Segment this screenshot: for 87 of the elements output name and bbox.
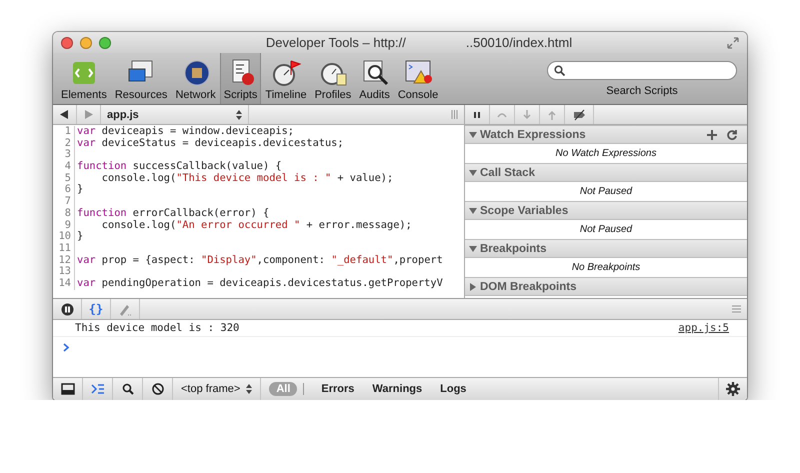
- line-number: 5: [53, 172, 75, 184]
- section-message: No Breakpoints: [572, 262, 640, 273]
- dock-icon: [60, 383, 74, 395]
- expanded-triangle-icon: [469, 130, 477, 138]
- pause-icon: [60, 302, 74, 316]
- toolbar-tab[interactable]: Elements: [57, 53, 111, 104]
- code-line: }: [76, 231, 84, 243]
- line-number: 14: [53, 278, 75, 290]
- section-header[interactable]: Call Stack: [465, 163, 747, 182]
- code-line: function errorCallback(error) {: [76, 208, 270, 220]
- code-line: var prop = {aspect: "Display",component: "_default",propert: [76, 254, 443, 266]
- line-number: 13: [53, 266, 75, 278]
- zoom-button[interactable]: [99, 36, 111, 48]
- menu-lines-icon: [732, 305, 741, 313]
- toolbar-tab[interactable]: Scripts: [220, 53, 262, 104]
- add-icon: [707, 130, 717, 140]
- prompt-chevron-icon: [63, 343, 69, 352]
- updown-caret-icon: [246, 384, 252, 394]
- console-message: This device model is : 320: [75, 322, 240, 334]
- clear-icon: [152, 383, 164, 395]
- back-arrow-icon: [60, 110, 69, 119]
- line-number: 3: [53, 149, 75, 162]
- code-line: }: [76, 184, 84, 196]
- search-icon: [122, 383, 134, 395]
- close-button[interactable]: [61, 36, 73, 48]
- toolbar-tab[interactable]: Console: [394, 53, 442, 104]
- toolbar-tab[interactable]: Profiles: [310, 53, 356, 104]
- toolbar-tab[interactable]: Resources: [110, 53, 172, 104]
- section-title: Breakpoints: [480, 242, 546, 254]
- section-header[interactable]: Watch Expressions: [465, 125, 747, 144]
- section-header[interactable]: DOM Breakpoints: [465, 277, 747, 296]
- line-number: 4: [53, 161, 75, 173]
- code-line: function successCallback(value) {: [76, 161, 282, 173]
- frame-select[interactable]: <top frame>: [173, 378, 262, 400]
- line-number: 6: [53, 184, 75, 196]
- breakpoint-slash-icon: [573, 108, 585, 120]
- line-number: 8: [53, 208, 75, 220]
- fullscreen-icon: [727, 36, 739, 48]
- line-number: 2: [53, 138, 75, 150]
- filter-tab[interactable]: Logs: [433, 382, 474, 396]
- toolbar-tab[interactable]: Network: [171, 53, 220, 104]
- pretty-print-button[interactable]: {}: [82, 299, 111, 319]
- line-number: 11: [53, 242, 75, 255]
- expanded-triangle-icon: [469, 206, 477, 214]
- section-title: Watch Expressions: [480, 128, 586, 140]
- code-line: console.log("This device model is : " + value);: [100, 172, 394, 184]
- updown-caret-icon: [236, 110, 242, 120]
- collapsed-triangle-icon: [469, 282, 477, 290]
- section-message: Not Paused: [580, 186, 632, 197]
- toolbar-tab[interactable]: Audits: [355, 53, 394, 104]
- expanded-triangle-icon: [469, 168, 477, 176]
- line-number: 10: [53, 231, 75, 243]
- refresh-icon: [727, 130, 737, 140]
- filter-tab[interactable]: Warnings: [365, 382, 430, 396]
- toolbar-tab[interactable]: Timeline: [261, 53, 311, 104]
- filter-tab[interactable]: Errors: [314, 382, 362, 396]
- section-title: DOM Breakpoints: [480, 280, 576, 292]
- section-title: Call Stack: [480, 166, 535, 178]
- line-number: 1: [53, 126, 75, 138]
- section-header[interactable]: Breakpoints: [465, 239, 747, 258]
- expanded-triangle-icon: [469, 244, 477, 252]
- console-prompt-icon: [90, 383, 104, 395]
- line-number: 7: [53, 196, 75, 208]
- forward-arrow-icon: [84, 110, 93, 119]
- pencil-icon: [118, 302, 132, 316]
- code-line: console.log("An error occurred " + error.message);: [100, 220, 412, 232]
- settings-icon: [726, 382, 740, 396]
- section-title: Scope Variables: [480, 204, 568, 216]
- code-line: var deviceapis = window.deviceapis;: [76, 126, 294, 138]
- section-message: No Watch Expressions: [556, 148, 656, 159]
- search-label: Search Scripts: [606, 84, 678, 96]
- window-title: Developer Tools – http://: [266, 35, 406, 50]
- window-title: ..50010/index.html: [466, 35, 572, 50]
- step-into-icon: [521, 108, 533, 120]
- section-message: Not Paused: [580, 224, 632, 235]
- file-select[interactable]: app.js: [101, 105, 249, 124]
- splitter-grip-icon: [451, 110, 458, 119]
- search-field[interactable]: [547, 60, 737, 80]
- code-line: var pendingOperation = deviceapis.devicestatus.getPropertyV: [76, 278, 443, 290]
- line-number: 9: [53, 220, 75, 232]
- search-icon: [554, 64, 565, 76]
- minimize-button[interactable]: [80, 36, 92, 48]
- step-out-icon: [546, 108, 558, 120]
- line-number: 12: [53, 254, 75, 266]
- code-line: var deviceStatus = deviceapis.devicestatus;: [76, 138, 344, 150]
- source-link[interactable]: app.js:5: [678, 322, 729, 334]
- section-header[interactable]: Scope Variables: [465, 201, 747, 220]
